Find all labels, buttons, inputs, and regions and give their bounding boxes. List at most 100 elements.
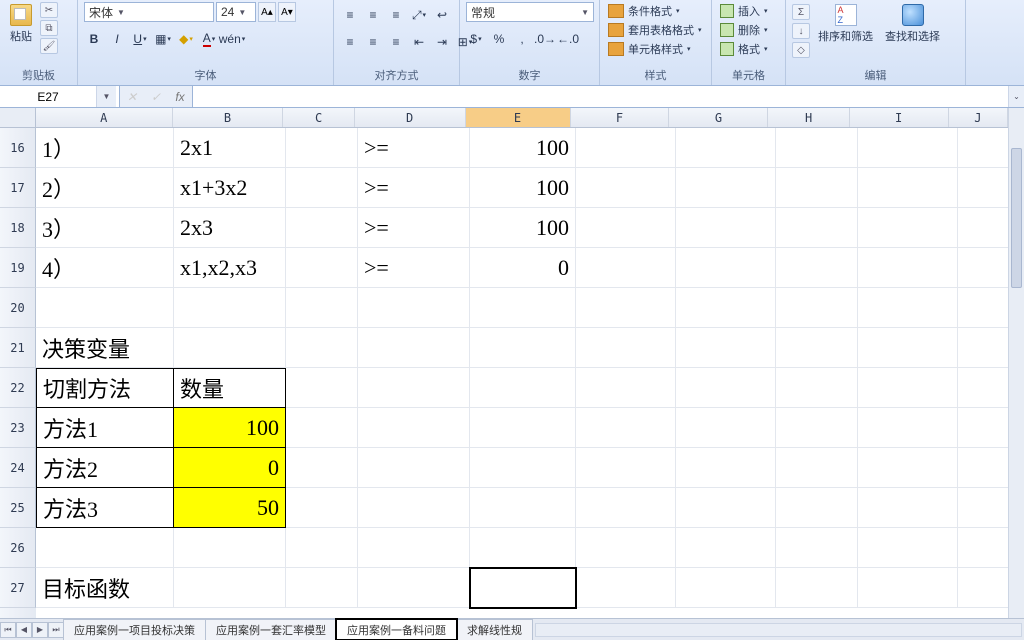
fill-color-button[interactable]: ◆▾: [176, 29, 196, 49]
clear-button[interactable]: ◇: [792, 42, 810, 58]
cell-F25[interactable]: [576, 488, 676, 528]
sheet-tab-0[interactable]: 应用案例一项目投标决策: [63, 619, 206, 640]
cell-I22[interactable]: [858, 368, 958, 408]
currency-button[interactable]: $▾: [466, 29, 486, 49]
cell-D23[interactable]: [358, 408, 470, 448]
format-painter-button[interactable]: 🖌: [40, 38, 58, 54]
fill-button[interactable]: ↓: [792, 23, 810, 39]
row-header-20[interactable]: 20: [0, 288, 36, 328]
cell-H22[interactable]: [776, 368, 858, 408]
cell-B24[interactable]: 0: [174, 448, 286, 488]
tab-nav-last[interactable]: ⏭: [48, 622, 64, 638]
row-header-21[interactable]: 21: [0, 328, 36, 368]
cell-C20[interactable]: [286, 288, 358, 328]
cell-B18[interactable]: 2x3: [174, 208, 286, 248]
paste-button[interactable]: 粘贴: [6, 2, 36, 46]
cell-C22[interactable]: [286, 368, 358, 408]
cell-G25[interactable]: [676, 488, 776, 528]
row-header-27[interactable]: 27: [0, 568, 36, 608]
row-header-25[interactable]: 25: [0, 488, 36, 528]
cell-A22[interactable]: 切割方法: [36, 368, 174, 408]
delete-cells-button[interactable]: 删除▾: [718, 21, 770, 39]
cell-E16[interactable]: 100: [470, 128, 576, 168]
cell-E22[interactable]: [470, 368, 576, 408]
comma-button[interactable]: ,: [512, 29, 532, 49]
cell-C25[interactable]: [286, 488, 358, 528]
font-color-button[interactable]: A▾: [199, 29, 219, 49]
row-header-19[interactable]: 19: [0, 248, 36, 288]
cell-D27[interactable]: [358, 568, 470, 608]
cell-B23[interactable]: 100: [174, 408, 286, 448]
align-bottom-button[interactable]: ≡: [386, 5, 406, 25]
cell-F24[interactable]: [576, 448, 676, 488]
cell-A16[interactable]: 1）: [36, 128, 174, 168]
cell-E21[interactable]: [470, 328, 576, 368]
conditional-format-button[interactable]: 条件格式▾: [606, 2, 682, 20]
name-box[interactable]: ▼: [0, 86, 120, 107]
font-size-combo[interactable]: 24▼: [216, 2, 256, 22]
cell-A20[interactable]: [36, 288, 174, 328]
insert-cells-button[interactable]: 插入▾: [718, 2, 770, 20]
sheet-tab-3[interactable]: 求解线性规: [456, 619, 533, 640]
phonetic-button[interactable]: wén▾: [222, 29, 242, 49]
align-middle-button[interactable]: ≡: [363, 5, 383, 25]
copy-button[interactable]: ⧉: [40, 20, 58, 36]
cell-A27[interactable]: 目标函数: [36, 568, 174, 608]
column-header-H[interactable]: H: [768, 108, 849, 127]
cell-D17[interactable]: >=: [358, 168, 470, 208]
cell-E25[interactable]: [470, 488, 576, 528]
cell-F23[interactable]: [576, 408, 676, 448]
cell-B17[interactable]: x1+3x2: [174, 168, 286, 208]
cell-G22[interactable]: [676, 368, 776, 408]
fx-button[interactable]: fx: [168, 86, 192, 107]
cell-F21[interactable]: [576, 328, 676, 368]
cell-E26[interactable]: [470, 528, 576, 568]
vertical-scrollbar[interactable]: [1008, 108, 1024, 618]
cell-H17[interactable]: [776, 168, 858, 208]
formula-input[interactable]: [193, 86, 1008, 107]
format-as-table-button[interactable]: 套用表格格式▾: [606, 21, 704, 39]
cell-E27[interactable]: [470, 568, 576, 608]
decrease-indent-button[interactable]: ⇤: [409, 32, 429, 52]
cell-D24[interactable]: [358, 448, 470, 488]
cell-G27[interactable]: [676, 568, 776, 608]
cell-C21[interactable]: [286, 328, 358, 368]
cell-B19[interactable]: x1,x2,x3: [174, 248, 286, 288]
tab-nav-next[interactable]: ▶: [32, 622, 48, 638]
cell-D26[interactable]: [358, 528, 470, 568]
cell-H24[interactable]: [776, 448, 858, 488]
tab-nav-prev[interactable]: ◀: [16, 622, 32, 638]
cell-C18[interactable]: [286, 208, 358, 248]
cell-F20[interactable]: [576, 288, 676, 328]
cell-I27[interactable]: [858, 568, 958, 608]
grow-font-button[interactable]: A▴: [258, 2, 276, 22]
cell-H18[interactable]: [776, 208, 858, 248]
cell-G21[interactable]: [676, 328, 776, 368]
scrollbar-thumb[interactable]: [1011, 148, 1022, 288]
cell-C19[interactable]: [286, 248, 358, 288]
sheet-tab-1[interactable]: 应用案例一套汇率模型: [205, 619, 337, 640]
cell-C27[interactable]: [286, 568, 358, 608]
cell-E20[interactable]: [470, 288, 576, 328]
cell-D21[interactable]: [358, 328, 470, 368]
cell-D25[interactable]: [358, 488, 470, 528]
cell-I23[interactable]: [858, 408, 958, 448]
cell-G18[interactable]: [676, 208, 776, 248]
cell-E18[interactable]: 100: [470, 208, 576, 248]
cell-A26[interactable]: [36, 528, 174, 568]
cell-D20[interactable]: [358, 288, 470, 328]
shrink-font-button[interactable]: A▾: [278, 2, 296, 22]
cell-H25[interactable]: [776, 488, 858, 528]
orientation-button[interactable]: ⤢▾: [409, 5, 429, 25]
name-box-input[interactable]: [0, 90, 96, 104]
font-name-combo[interactable]: 宋体▼: [84, 2, 214, 22]
autosum-button[interactable]: Σ: [792, 4, 810, 20]
cell-G19[interactable]: [676, 248, 776, 288]
border-button[interactable]: ▦▾: [153, 29, 173, 49]
percent-button[interactable]: %: [489, 29, 509, 49]
cell-A24[interactable]: 方法2: [36, 448, 174, 488]
cell-F19[interactable]: [576, 248, 676, 288]
cell-styles-button[interactable]: 单元格样式▾: [606, 40, 693, 58]
cell-H27[interactable]: [776, 568, 858, 608]
cell-E24[interactable]: [470, 448, 576, 488]
